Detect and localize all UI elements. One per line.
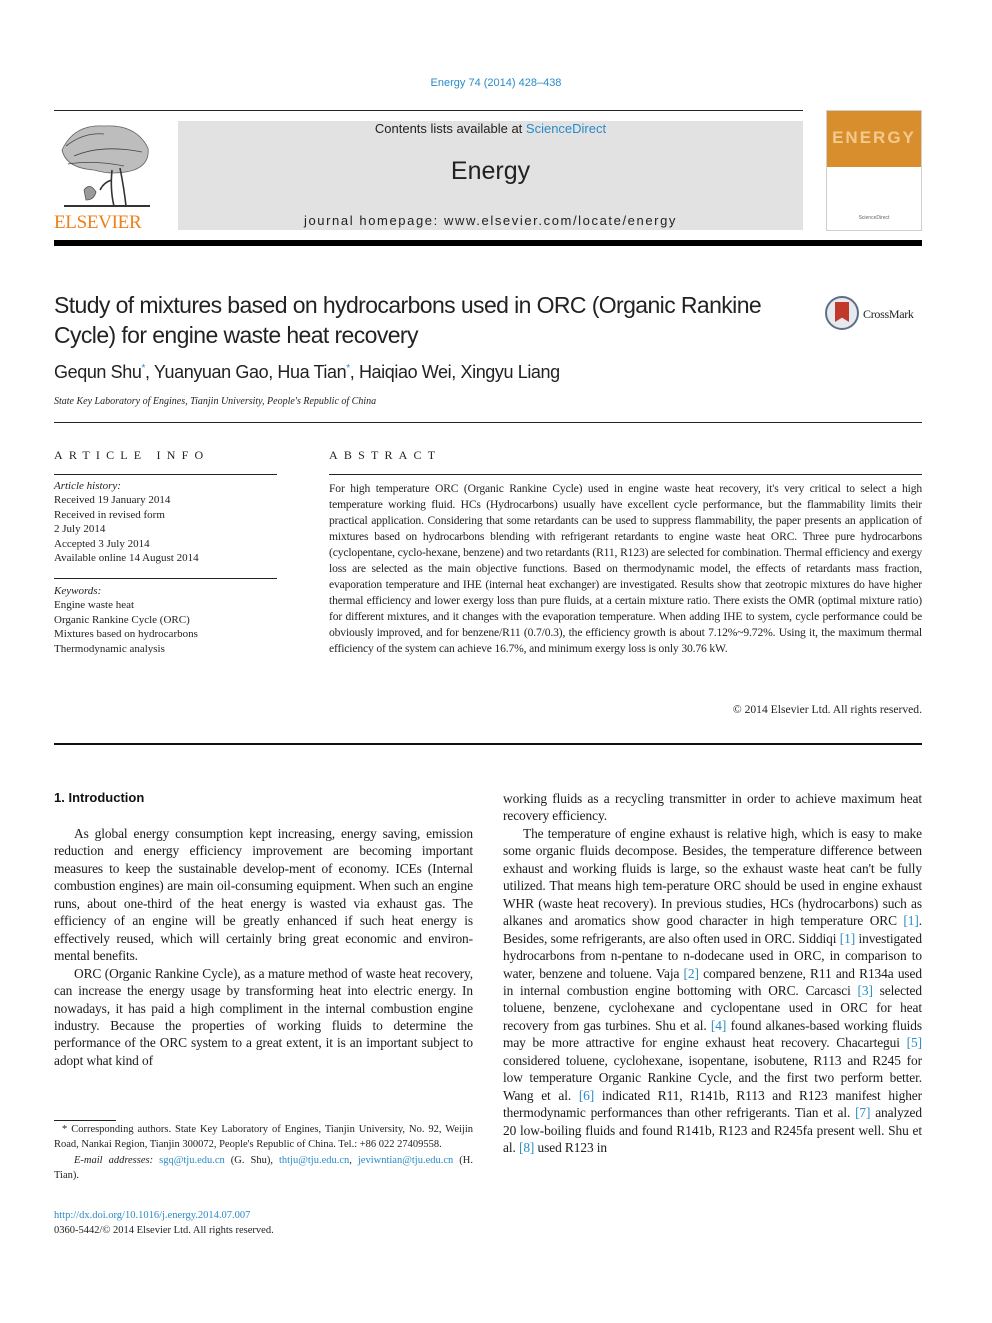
citation-link[interactable]: [1] bbox=[840, 931, 855, 946]
cover-footer: ScienceDirect bbox=[858, 215, 890, 221]
abstract-heading: ABSTRACT bbox=[329, 448, 442, 462]
title-block-rule bbox=[54, 422, 922, 423]
citation-link[interactable]: [2] bbox=[684, 966, 699, 981]
header-top-rule bbox=[54, 110, 803, 111]
journal-name: Energy bbox=[450, 157, 531, 185]
corresponding-marker[interactable]: * bbox=[141, 363, 145, 374]
history-label: Article history: bbox=[54, 480, 121, 492]
publisher-wordmark: ELSEVIER bbox=[54, 212, 142, 233]
author-name[interactable]: Hua Tian bbox=[277, 362, 346, 382]
email-owner: (G. Shu), bbox=[224, 1154, 279, 1166]
abstract-copyright: © 2014 Elsevier Ltd. All rights reserved… bbox=[732, 703, 922, 716]
history-item: Received 19 January 2014 bbox=[54, 494, 171, 507]
citation-link[interactable]: [5] bbox=[907, 1035, 922, 1050]
crossmark-label: CrossMark bbox=[863, 307, 914, 321]
keywords-label: Keywords: bbox=[54, 585, 102, 597]
footnotes: * Corresponding authors. State Key Labor… bbox=[54, 1122, 473, 1183]
email-label: E-mail addresses: bbox=[74, 1154, 154, 1166]
corresponding-marker[interactable]: * bbox=[346, 363, 350, 374]
history-item: 2 July 2014 bbox=[54, 523, 106, 536]
journal-cover-thumbnail[interactable]: ENERGY ScienceDirect bbox=[826, 110, 922, 231]
article-info-rule bbox=[54, 474, 277, 475]
abstract-rule bbox=[329, 474, 922, 475]
email-note: E-mail addresses: sgq@tju.edu.cn (G. Shu… bbox=[54, 1153, 473, 1184]
author-name[interactable]: Yuanyuan Gao bbox=[154, 362, 269, 382]
author-name[interactable]: Xingyu Liang bbox=[460, 362, 560, 382]
citation-link[interactable]: [7] bbox=[855, 1105, 870, 1120]
citation-link[interactable]: [3] bbox=[858, 983, 873, 998]
email-link[interactable]: sgq@tju.edu.cn bbox=[159, 1155, 225, 1166]
email-owner: , bbox=[349, 1154, 358, 1166]
elsevier-tree-icon bbox=[61, 125, 150, 207]
paper-title: Study of mixtures based on hydrocarbons … bbox=[54, 292, 762, 348]
abstract-text: For high temperature ORC (Organic Rankin… bbox=[329, 482, 922, 655]
citation-link[interactable]: [4] bbox=[711, 1018, 726, 1033]
body-paragraph: As global energy consumption kept increa… bbox=[54, 826, 473, 964]
body-paragraph: ORC (Organic Rankine Cycle), as a mature… bbox=[54, 965, 473, 1068]
email-link[interactable]: jeviwntian@tju.edu.cn bbox=[358, 1155, 453, 1166]
header-divider-bar bbox=[54, 240, 922, 246]
text-segment: used R123 in bbox=[534, 1140, 608, 1156]
affiliation: State Key Laboratory of Engines, Tianjin… bbox=[54, 396, 377, 407]
history-item: Accepted 3 July 2014 bbox=[54, 537, 150, 550]
body-column-right: working fluids as a recycling transmitte… bbox=[503, 790, 922, 1157]
elsevier-logo[interactable]: ELSEVIER bbox=[54, 120, 154, 233]
history-item: Available online 14 August 2014 bbox=[54, 552, 199, 565]
journal-reference-link[interactable]: Energy 74 (2014) 428–438 bbox=[0, 77, 992, 89]
journal-homepage[interactable]: journal homepage: www.elsevier.com/locat… bbox=[178, 213, 803, 228]
keywords: Keywords: Engine waste heat Organic Rank… bbox=[54, 584, 279, 656]
article-history: Article history: Received 19 January 201… bbox=[54, 479, 279, 565]
keyword: Thermodynamic analysis bbox=[54, 642, 165, 655]
sciencedirect-link[interactable]: ScienceDirect bbox=[526, 121, 606, 136]
citation-link[interactable]: [8] bbox=[519, 1140, 534, 1155]
body-paragraph-continuation: working fluids as a recycling transmitte… bbox=[503, 791, 922, 824]
author-name[interactable]: Haiqiao Wei bbox=[359, 362, 452, 382]
citation-link[interactable]: [1] bbox=[903, 913, 918, 928]
contents-prefix: Contents lists available at bbox=[374, 121, 526, 136]
section-heading: 1. Introduction bbox=[54, 790, 145, 805]
body-column-left: As global energy consumption kept increa… bbox=[54, 825, 473, 1069]
keyword: Mixtures based on hydrocarbons bbox=[54, 628, 198, 641]
citation-link[interactable]: [6] bbox=[579, 1088, 594, 1103]
abstract-end-rule bbox=[54, 743, 922, 745]
keyword: Engine waste heat bbox=[54, 599, 135, 612]
body-paragraph: The temperature of engine exhaust is rel… bbox=[503, 825, 922, 1157]
contents-availability: Contents lists available at ScienceDirec… bbox=[178, 121, 803, 136]
author-name[interactable]: Gequn Shu bbox=[54, 362, 142, 382]
history-item: Received in revised form bbox=[54, 508, 165, 521]
corresponding-author-note: * Corresponding authors. State Key Labor… bbox=[54, 1124, 473, 1151]
text-segment: The temperature of engine exhaust is rel… bbox=[503, 825, 922, 929]
author-list: Gequn Shu*, Yuanyuan Gao, Hua Tian*, Hai… bbox=[54, 362, 560, 382]
doi-link[interactable]: http://dx.doi.org/10.1016/j.energy.2014.… bbox=[54, 1210, 250, 1221]
email-link[interactable]: thtju@tju.edu.cn bbox=[279, 1155, 349, 1166]
keyword: Organic Rankine Cycle (ORC) bbox=[54, 613, 190, 626]
cover-title: ENERGY bbox=[832, 128, 916, 147]
keywords-rule bbox=[54, 578, 277, 579]
footnote-rule bbox=[54, 1120, 116, 1121]
issn-copyright: 0360-5442/© 2014 Elsevier Ltd. All right… bbox=[54, 1225, 274, 1236]
article-info-heading: ARTICLE INFO bbox=[54, 448, 210, 462]
crossmark-badge[interactable]: CrossMark bbox=[825, 296, 925, 336]
